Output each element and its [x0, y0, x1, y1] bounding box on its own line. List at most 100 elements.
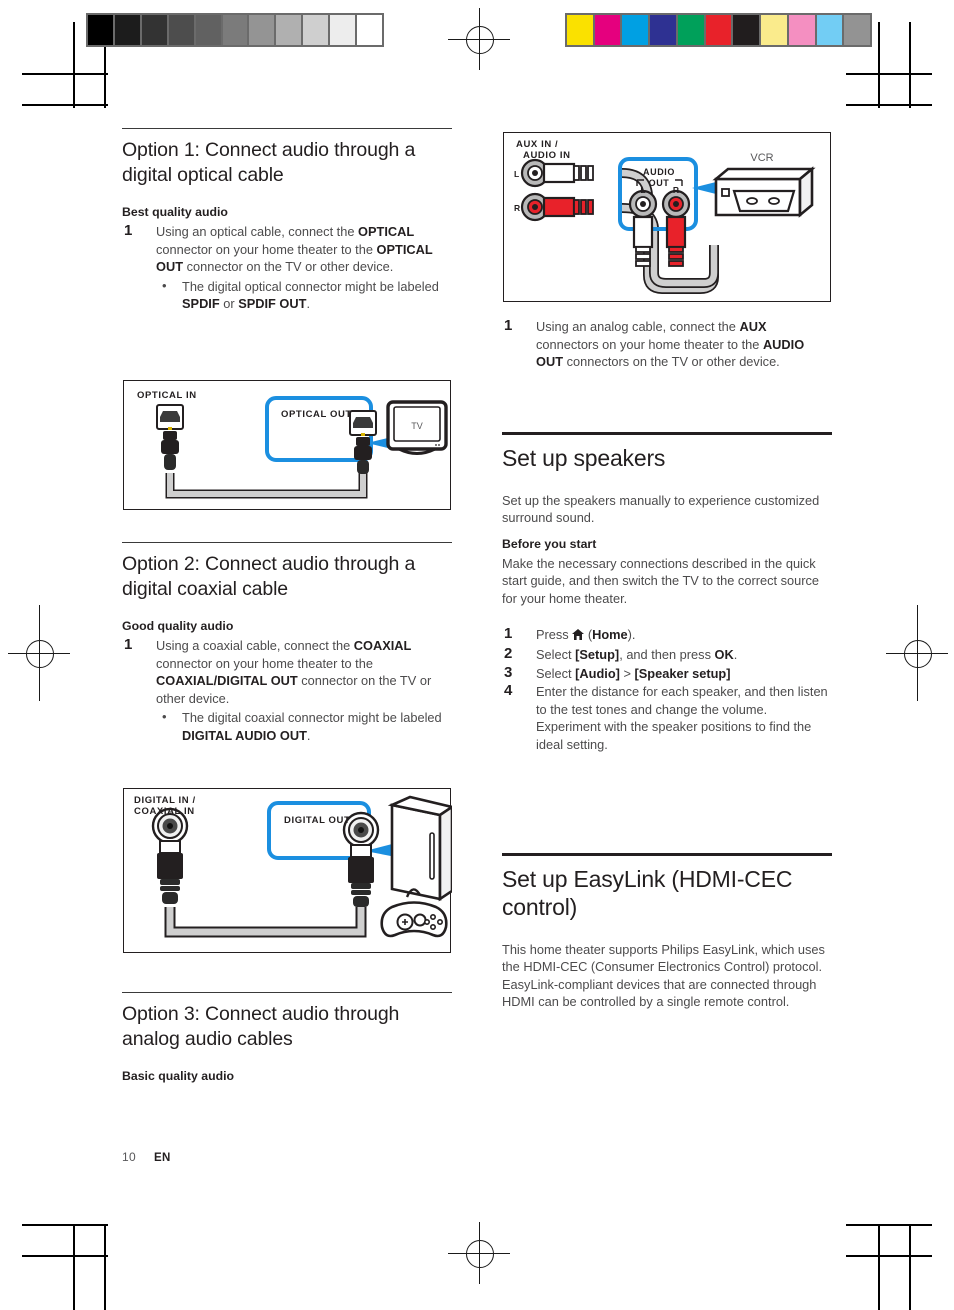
grayscale-swatch-9 — [330, 15, 356, 45]
color-swatch-7 — [761, 15, 787, 45]
section-rule — [502, 432, 832, 435]
step-item: 4 Enter the distance for each speaker, an… — [502, 682, 832, 753]
speakers-section: Set up speakers Set up the speakers manu… — [502, 432, 832, 755]
game-console-illustration — [387, 795, 452, 902]
audio-out-label-line2: OUT — [649, 178, 670, 188]
step-item: 2 Select [Setup], and then press OK. — [502, 645, 832, 664]
registration-target-right — [886, 605, 948, 701]
digital-out-label: DIGITAL OUT — [284, 815, 350, 826]
grayscale-step-wedge — [86, 13, 384, 47]
divider — [122, 128, 452, 130]
audio-out-right-connector: R — [661, 185, 691, 267]
color-swatch-4 — [677, 15, 704, 45]
step-number: 1 — [124, 636, 133, 654]
page-number: 10 — [122, 1150, 136, 1164]
divider — [122, 542, 452, 544]
option-2-heading: Option 2: Connect audio through a digita… — [122, 553, 416, 601]
optical-in-label: OPTICAL IN — [137, 390, 197, 401]
step-text: Press (Home). — [536, 627, 636, 642]
step-item: 1 Using an analog cable, connect the AUX… — [502, 317, 832, 371]
audio-out-label-line1: AUDIO — [643, 167, 675, 177]
step-text: Using an optical cable, connect the OPTI… — [156, 224, 433, 275]
option-1-heading: Option 1: Connect audio through a digita… — [122, 139, 416, 187]
tv-illustration: TV — [386, 400, 448, 455]
speakers-heading: Set up speakers — [502, 444, 666, 471]
manual-page: Option 1: Connect audio through a digita… — [0, 0, 954, 1310]
divider — [122, 992, 452, 994]
coaxial-in-label-line1: DIGITAL IN / — [134, 795, 196, 806]
aux-right-label: R — [514, 203, 520, 213]
option-2-notes: The digital coaxial connector might be l… — [156, 708, 452, 744]
step-text: Using an analog cable, connect the AUX c… — [536, 319, 805, 370]
step-number: 1 — [504, 317, 513, 334]
step-item: 1 Press (Home). — [502, 625, 832, 645]
step-text: Enter the distance for each speaker, and… — [536, 684, 828, 753]
step-item: 1 Using an optical cable, connect the OP… — [122, 222, 452, 313]
vcr-label: VCR — [750, 152, 773, 164]
option-1-quality-label: Best quality audio — [122, 205, 228, 220]
optical-connection-diagram: TV OPTICAL IN OPTICAL OUT — [123, 380, 451, 510]
color-swatch-10 — [844, 15, 871, 45]
option-1-notes: The digital optical connector might be l… — [156, 277, 452, 313]
option-3-quality-label: Basic quality audio — [122, 1069, 235, 1084]
before-you-start-heading: Before you start — [502, 536, 597, 551]
color-control-bar — [565, 13, 872, 47]
grayscale-swatch-5 — [222, 15, 248, 45]
option-2-block: Option 2: Connect audio through a digita… — [122, 542, 452, 746]
color-swatch-5 — [705, 15, 732, 45]
color-swatch-6 — [733, 15, 760, 45]
step-number: 1 — [504, 625, 513, 643]
color-swatch-0 — [567, 15, 593, 45]
aux-in-label-line1: AUX IN / — [516, 139, 558, 150]
note-item: The digital optical connector might be l… — [156, 277, 452, 313]
aux-in-right-connector: R — [514, 192, 594, 222]
grayscale-swatch-4 — [195, 15, 221, 45]
color-swatch-1 — [594, 15, 621, 45]
speaker-setup-steps: 1 Press (Home). 2 Select [Setup], and then … — [502, 625, 832, 753]
option-2-quality-label: Good quality audio — [122, 619, 234, 634]
grayscale-swatch-1 — [114, 15, 140, 45]
aux-connection-diagram: VCR L R L R AUDIO OUT AUX IN / AUDIO IN — [503, 132, 831, 302]
color-swatch-3 — [650, 15, 676, 45]
grayscale-swatch-8 — [303, 15, 329, 45]
page-language: EN — [154, 1152, 171, 1164]
color-swatch-9 — [816, 15, 843, 45]
aux-step-block: 1 Using an analog cable, connect the AUX… — [502, 317, 832, 372]
audio-out-left-label: L — [640, 185, 645, 195]
grayscale-swatch-2 — [141, 15, 167, 45]
left-column: Option 1: Connect audio through a digita… — [122, 128, 452, 1083]
digital-out-connector — [342, 811, 380, 907]
color-swatch-8 — [788, 15, 815, 45]
step-text: Select [Setup], and then press OK. — [536, 647, 738, 663]
option-3-block: Option 3: Connect audio through analog a… — [122, 992, 452, 1087]
home-icon — [572, 627, 585, 645]
registration-target-left — [8, 605, 70, 701]
step-item: 1 Using a coaxial cable, connect the COA… — [122, 636, 452, 745]
easylink-heading: Set up EasyLink (HDMI-CEC control) — [502, 865, 793, 920]
step-number: 1 — [124, 222, 133, 240]
option-1-block: Option 1: Connect audio through a digita… — [122, 128, 452, 313]
before-you-start-text: Make the necessary connections described… — [502, 555, 820, 606]
option-3-heading: Option 3: Connect audio through analog a… — [122, 1003, 400, 1051]
tv-label: TV — [411, 421, 423, 431]
step-item: 3 Select [Audio] > [Speaker setup] — [502, 663, 832, 683]
grayscale-swatch-3 — [168, 15, 194, 45]
color-swatch-2 — [622, 15, 649, 45]
easylink-section: Set up EasyLink (HDMI-CEC control) This … — [502, 853, 832, 1020]
vcr-illustration: VCR — [712, 152, 816, 218]
step-number: 3 — [504, 663, 513, 681]
step-text: Using a coaxial cable, connect the COAXI… — [156, 638, 432, 706]
grayscale-swatch-10 — [357, 15, 382, 45]
coaxial-in-connector — [151, 807, 189, 904]
aux-in-label-line2: AUDIO IN — [523, 150, 571, 161]
step-number: 4 — [504, 682, 513, 700]
aux-in-left-connector: L — [514, 158, 594, 188]
note-text: The digital coaxial connector might be l… — [182, 710, 442, 744]
coaxial-in-label-line2: COAXIAL IN — [134, 806, 195, 817]
aux-steps: 1 Using an analog cable, connect the AUX… — [502, 317, 832, 371]
easylink-body: This home theater supports Philips EasyL… — [502, 941, 825, 1010]
grayscale-swatch-6 — [249, 15, 275, 45]
registration-target-top — [448, 8, 510, 70]
optical-out-label: OPTICAL OUT — [281, 409, 352, 420]
section-rule — [502, 853, 832, 856]
